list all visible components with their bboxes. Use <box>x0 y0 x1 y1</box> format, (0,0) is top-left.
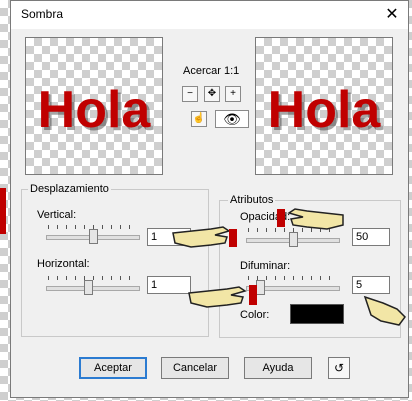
attributes-title: Atributos <box>228 194 276 206</box>
help-button[interactable]: Ayuda <box>244 357 312 379</box>
zoom-out-icon[interactable]: − <box>182 86 198 102</box>
toggle-preview-eye-icon[interactable]: 👁 <box>215 110 249 128</box>
cancel-button[interactable]: Cancelar <box>161 357 229 379</box>
zoom-level-label: Acercar 1:1 <box>183 65 240 77</box>
blur-label: Difuminar: <box>240 260 291 272</box>
pointing-hand-icon <box>188 285 257 308</box>
pointing-hand-icon <box>172 226 237 248</box>
horizontal-label: Horizontal: <box>37 258 90 270</box>
shadow-dialog: Sombra ✕ Hola Hola Acercar 1:1 − ✥ + ☝ 👁… <box>10 0 409 398</box>
original-preview[interactable]: Hola <box>25 37 163 175</box>
horizontal-offset-input[interactable] <box>147 276 191 294</box>
result-preview[interactable]: Hola <box>255 37 393 175</box>
horizontal-slider[interactable] <box>46 274 140 296</box>
preview-text-original: Hola <box>37 81 151 139</box>
window-title: Sombra <box>21 7 64 21</box>
vertical-slider[interactable] <box>46 223 140 245</box>
displacement-title: Desplazamiento <box>28 183 111 195</box>
opacity-slider-thumb[interactable] <box>289 232 298 247</box>
accept-button[interactable]: Aceptar <box>79 357 147 379</box>
pan-icon[interactable]: ✥ <box>204 86 220 102</box>
reset-icon[interactable]: ↺ <box>328 357 350 379</box>
opacity-input[interactable] <box>352 228 390 246</box>
horizontal-slider-thumb[interactable] <box>84 280 93 295</box>
title-bar: Sombra ✕ <box>11 1 408 29</box>
close-button[interactable]: ✕ <box>382 5 402 25</box>
preview-text-result: Hola <box>267 81 381 139</box>
pointing-hand-icon <box>277 208 344 230</box>
vertical-label: Vertical: <box>37 209 77 221</box>
vertical-slider-thumb[interactable] <box>89 229 98 244</box>
zoom-in-icon[interactable]: + <box>225 86 241 102</box>
red-marker <box>0 188 6 234</box>
pointing-hand-icon <box>363 295 406 326</box>
shadow-color-swatch[interactable] <box>290 304 344 324</box>
hand-icon[interactable]: ☝ <box>191 111 207 127</box>
